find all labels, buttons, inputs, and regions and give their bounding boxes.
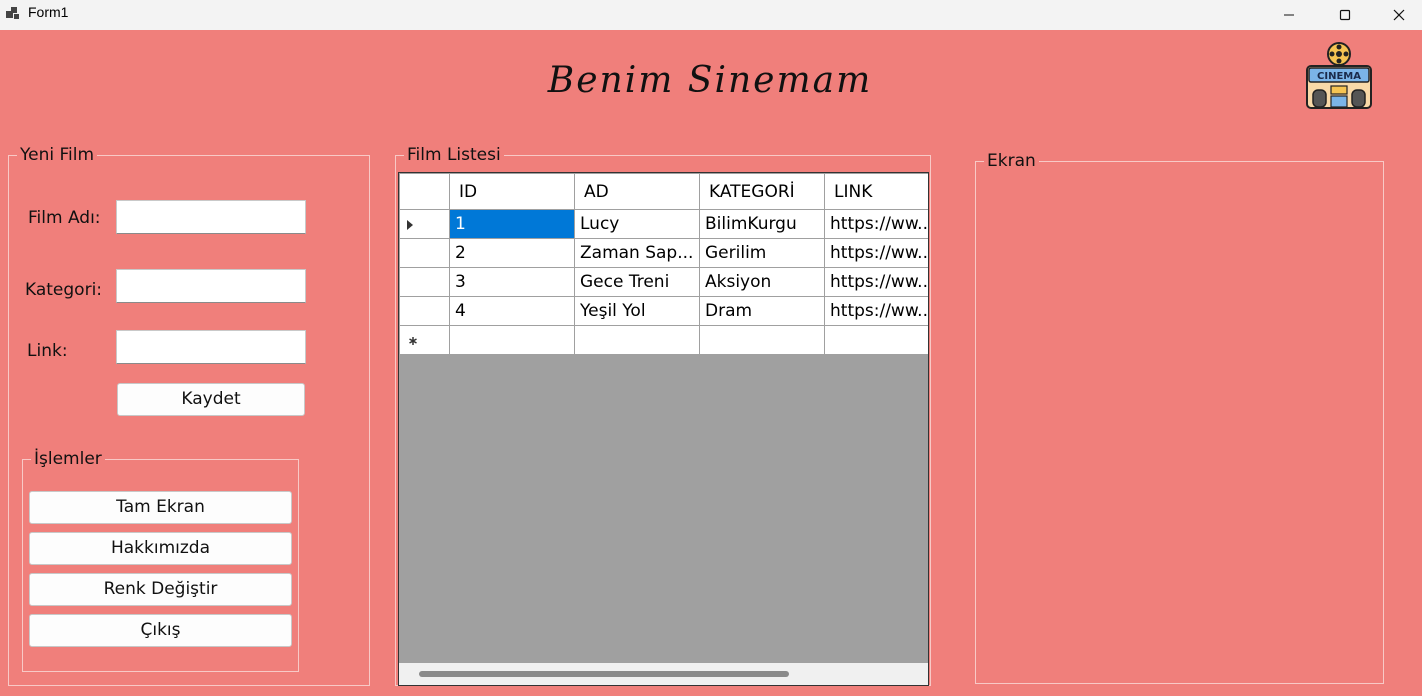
category-label: Kategori: bbox=[25, 280, 103, 300]
table-cell-kategori[interactable]: Aksiyon bbox=[699, 267, 825, 297]
close-button[interactable] bbox=[1376, 0, 1422, 30]
maximize-button[interactable] bbox=[1322, 0, 1368, 30]
maximize-icon bbox=[1339, 9, 1351, 21]
fullscreen-button[interactable]: Tam Ekran bbox=[29, 491, 292, 524]
screen-group: Ekran bbox=[975, 151, 1384, 684]
table-cell-link[interactable]: https://ww... bbox=[824, 238, 928, 268]
table-cell-kategori[interactable]: Gerilim bbox=[699, 238, 825, 268]
new-row[interactable] bbox=[399, 325, 928, 355]
table-cell-empty[interactable] bbox=[699, 325, 825, 355]
minimize-button[interactable] bbox=[1266, 0, 1312, 30]
row-header[interactable] bbox=[399, 296, 450, 326]
row-header[interactable] bbox=[399, 267, 450, 297]
window-titlebar: Form1 bbox=[0, 0, 1422, 30]
window-title: Form1 bbox=[28, 4, 69, 20]
film-data-grid[interactable]: ID AD KATEGORİ LINK 1 Lucy BilimKurgu ht… bbox=[398, 172, 929, 686]
table-header-row: ID AD KATEGORİ LINK bbox=[399, 173, 928, 210]
table-cell-empty[interactable] bbox=[574, 325, 700, 355]
table-cell-ad[interactable]: Zaman Sap... bbox=[574, 238, 700, 268]
column-header-ad[interactable]: AD bbox=[574, 173, 700, 210]
new-film-legend: Yeni Film bbox=[17, 145, 98, 165]
table-cell-link[interactable]: https://ww... bbox=[824, 296, 928, 326]
table-cell-id[interactable]: 4 bbox=[449, 296, 575, 326]
film-name-input[interactable] bbox=[116, 200, 306, 234]
table-cell-empty[interactable] bbox=[449, 325, 575, 355]
screen-legend: Ekran bbox=[984, 151, 1039, 171]
film-list-legend: Film Listesi bbox=[404, 145, 504, 165]
row-header[interactable] bbox=[399, 209, 450, 239]
table-cell-link[interactable]: https://ww... bbox=[824, 267, 928, 297]
logo-text: CINEMA bbox=[1317, 71, 1361, 82]
category-input[interactable] bbox=[116, 269, 306, 303]
table-cell-link[interactable]: https://ww... bbox=[824, 209, 928, 239]
table-cell-id[interactable]: 2 bbox=[449, 238, 575, 268]
table-cell-id[interactable]: 3 bbox=[449, 267, 575, 297]
table-cell-empty[interactable] bbox=[824, 325, 928, 355]
table-row[interactable]: 3 Gece Treni Aksiyon https://ww... bbox=[399, 267, 928, 297]
row-header-corner[interactable] bbox=[399, 173, 450, 210]
save-button[interactable]: Kaydet bbox=[117, 383, 305, 416]
cinema-logo-icon: CINEMA bbox=[1306, 42, 1372, 109]
operations-legend: İşlemler bbox=[31, 449, 105, 469]
film-table: ID AD KATEGORİ LINK 1 Lucy BilimKurgu ht… bbox=[399, 173, 928, 355]
row-header[interactable] bbox=[399, 325, 450, 355]
table-row[interactable]: 2 Zaman Sap... Gerilim https://ww... bbox=[399, 238, 928, 268]
row-header[interactable] bbox=[399, 238, 450, 268]
table-cell-ad[interactable]: Yeşil Yol bbox=[574, 296, 700, 326]
change-color-button[interactable]: Renk Değiştir bbox=[29, 573, 292, 606]
exit-button[interactable]: Çıkış bbox=[29, 614, 292, 647]
table-cell-kategori[interactable]: BilimKurgu bbox=[699, 209, 825, 239]
horizontal-scrollbar[interactable] bbox=[399, 663, 928, 685]
film-name-label: Film Adı: bbox=[28, 208, 101, 228]
app-icon bbox=[6, 7, 19, 19]
new-row-asterisk-icon bbox=[409, 337, 417, 345]
scrollbar-thumb[interactable] bbox=[419, 671, 789, 677]
about-button[interactable]: Hakkımızda bbox=[29, 532, 292, 565]
current-row-arrow-icon bbox=[407, 220, 413, 230]
column-header-kategori[interactable]: KATEGORİ bbox=[699, 173, 825, 210]
column-header-link[interactable]: LINK bbox=[824, 173, 928, 210]
table-cell-id[interactable]: 1 bbox=[449, 209, 575, 239]
link-input[interactable] bbox=[116, 330, 306, 364]
table-cell-ad[interactable]: Lucy bbox=[574, 209, 700, 239]
link-label: Link: bbox=[27, 341, 68, 361]
table-row[interactable]: 4 Yeşil Yol Dram https://ww... bbox=[399, 296, 928, 326]
column-header-id[interactable]: ID bbox=[449, 173, 575, 210]
minimize-icon bbox=[1284, 14, 1294, 16]
page-title: Benim Sinemam bbox=[547, 60, 873, 101]
table-cell-ad[interactable]: Gece Treni bbox=[574, 267, 700, 297]
table-row[interactable]: 1 Lucy BilimKurgu https://ww... bbox=[399, 209, 928, 239]
table-cell-kategori[interactable]: Dram bbox=[699, 296, 825, 326]
close-icon bbox=[1393, 9, 1405, 21]
